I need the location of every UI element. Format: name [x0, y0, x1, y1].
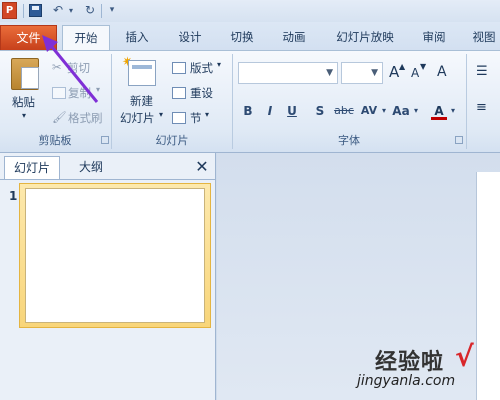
arrow-shaft [46, 41, 99, 103]
powerpoint-window: { "quick_access": { "app_icon_label": "P… [0, 0, 500, 400]
annotation-arrow [42, 35, 99, 103]
watermark-url: jingyanla.com [357, 373, 456, 389]
watermark-text: 经验啦 [375, 350, 445, 375]
watermark-check: √ [455, 340, 474, 373]
